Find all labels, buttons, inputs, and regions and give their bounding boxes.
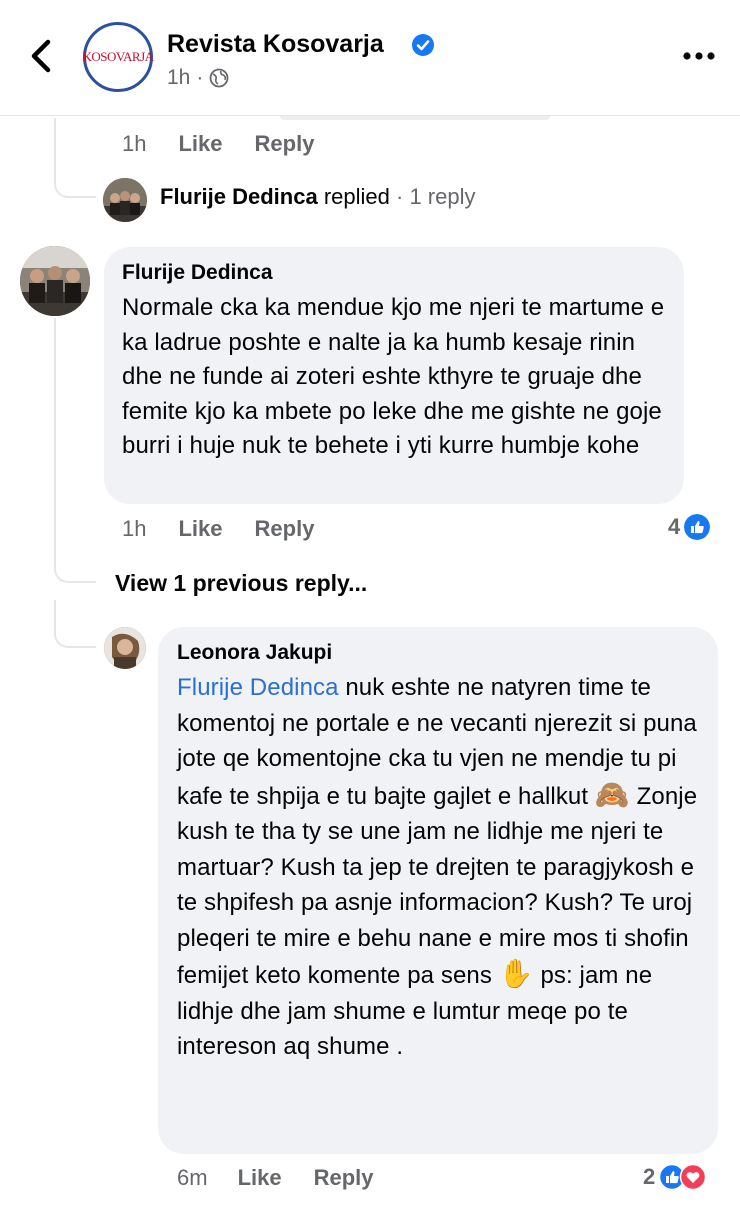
thread-line-2 [54, 318, 56, 564]
thread-curve-1 [54, 170, 96, 198]
like-button[interactable]: Like [178, 131, 222, 157]
mention-link[interactable]: Flurije Dedinca [177, 674, 339, 701]
replied-name: Flurije Dedinca [160, 184, 318, 209]
comment-bubble-flurije: Flurije Dedinca Normale cka ka mendue kj… [104, 247, 684, 504]
reply-button[interactable]: Reply [255, 516, 315, 542]
reply-button[interactable]: Reply [314, 1165, 374, 1191]
comment-actions-flurije: 1h Like Reply [122, 516, 314, 542]
comment-author[interactable]: Flurije Dedinca [122, 261, 666, 285]
comment-text-part-2: Zonje kush te tha ty se une jam ne lidhj… [177, 782, 698, 990]
reaction-count: 4 [668, 514, 681, 539]
reactions-flurije[interactable]: 4 [668, 514, 711, 540]
reply-button[interactable]: Reply [255, 131, 315, 157]
replied-action: replied [323, 184, 390, 209]
verified-badge-icon [412, 34, 434, 56]
globe-icon [209, 68, 229, 88]
avatar-leonora[interactable] [104, 627, 146, 669]
thread-curve-3 [54, 620, 96, 648]
like-button[interactable]: Like [238, 1165, 282, 1191]
avatar-flurije[interactable] [20, 246, 90, 316]
comment-bubble-leonora: Leonora Jakupi Flurije Dedinca nuk eshte… [158, 627, 718, 1154]
page-avatar-logo[interactable]: KOSOVARJA [82, 22, 154, 92]
view-previous-replies[interactable]: View 1 previous reply... [115, 570, 367, 597]
post-time: 1h [167, 66, 191, 89]
previous-bubble-edge [280, 116, 550, 120]
reaction-count: 2 [643, 1164, 656, 1189]
love-reaction-icon [680, 1164, 707, 1190]
avatar-small-flurije[interactable] [103, 178, 147, 222]
comment-author[interactable]: Leonora Jakupi [177, 641, 700, 665]
comment-text: Normale cka ka mendue kjo me njeri te ma… [122, 294, 665, 459]
post-meta: 1h · [167, 66, 229, 90]
reaction-icons [659, 1164, 707, 1190]
reactions-leonora[interactable]: 2 [643, 1164, 707, 1190]
meta-separator: · [196, 66, 204, 89]
comment-text: Flurije Dedinca nuk eshte ne natyren tim… [177, 670, 700, 1065]
thread-curve-2 [54, 555, 96, 583]
raised-hand-emoji: ✋ [498, 958, 534, 989]
page-name[interactable]: Revista Kosovarja [167, 30, 384, 59]
see-no-evil-monkey-emoji: 🙈 [594, 778, 630, 810]
comment-actions-top: 1h Like Reply [122, 131, 314, 157]
thread-line-main [54, 118, 56, 178]
like-reaction-icon [684, 514, 711, 540]
post-header: KOSOVARJA Revista Kosovarja 1h · [0, 0, 740, 116]
like-button[interactable]: Like [178, 516, 222, 542]
chevron-left-icon[interactable] [26, 38, 56, 74]
replied-count: · 1 reply [396, 184, 476, 209]
logo-text: KOSOVARJA [82, 49, 154, 64]
comment-time: 1h [122, 131, 147, 156]
comment-actions-leonora: 6m Like Reply [177, 1165, 374, 1191]
replied-summary[interactable]: Flurije Dedinca replied · 1 reply [160, 184, 476, 210]
comment-time: 1h [122, 516, 147, 541]
comment-time: 6m [177, 1165, 208, 1190]
more-options-icon[interactable] [682, 50, 716, 62]
